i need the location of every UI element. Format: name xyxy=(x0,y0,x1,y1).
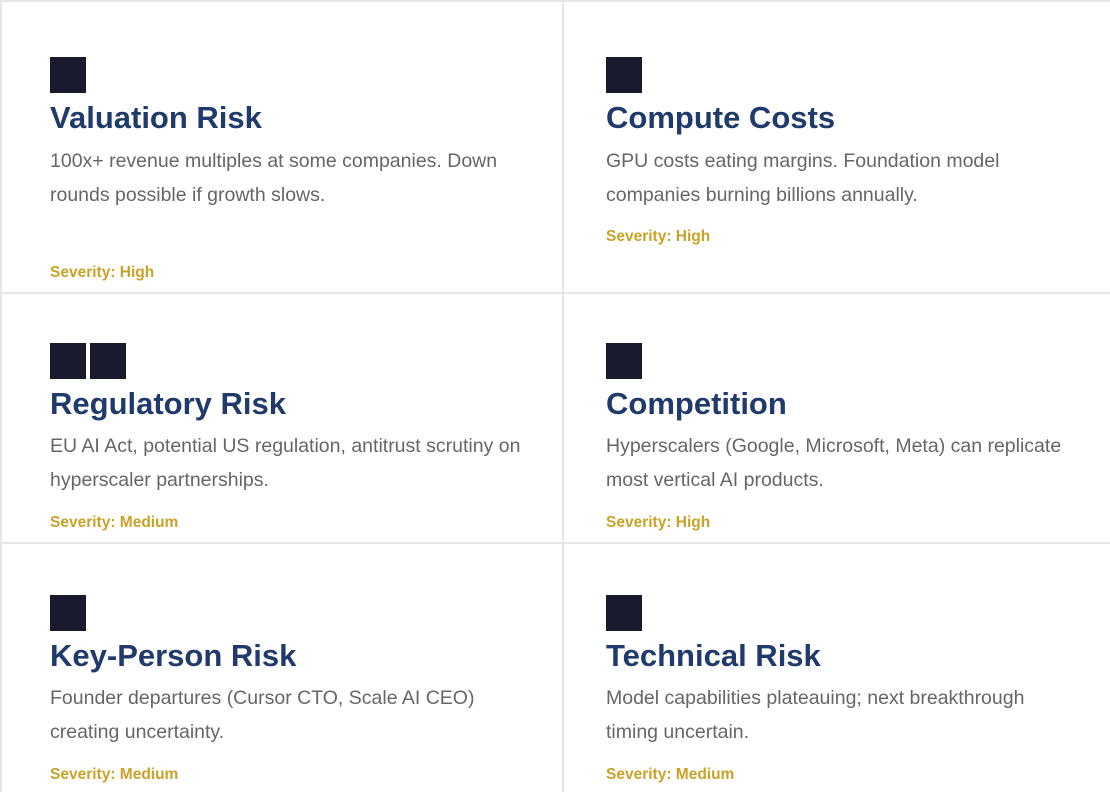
risk-icon-container xyxy=(50,595,86,631)
risk-card-competition: Competition Hyperscalers (Google, Micros… xyxy=(564,294,1110,544)
severity-label: Severity: Medium xyxy=(606,766,735,783)
square-icon xyxy=(50,343,86,379)
square-icon xyxy=(50,57,86,93)
risk-card-compute: Compute Costs GPU costs eating margins. … xyxy=(564,2,1110,294)
risk-card-technical: Technical Risk Model capabilities platea… xyxy=(564,544,1110,792)
risk-card-valuation: Valuation Risk 100x+ revenue multiples a… xyxy=(2,2,564,294)
risk-description: Hyperscalers (Google, Microsoft, Meta) c… xyxy=(606,435,1062,491)
risk-title: Regulatory Risk xyxy=(50,386,287,421)
severity-label: Severity: Medium xyxy=(50,514,179,531)
severity-label: Severity: High xyxy=(606,228,711,245)
risk-title: Technical Risk xyxy=(606,638,821,673)
risk-title: Valuation Risk xyxy=(50,100,262,135)
risk-title: Compute Costs xyxy=(606,100,836,135)
severity-label: Severity: Medium xyxy=(50,766,179,783)
square-icon xyxy=(606,343,642,379)
risk-description: Founder departures (Cursor CTO, Scale AI… xyxy=(50,687,475,743)
risk-card-key-person: Key-Person Risk Founder departures (Curs… xyxy=(2,544,564,792)
risk-icon-container xyxy=(50,57,86,93)
square-icon xyxy=(50,595,86,631)
risk-description: 100x+ revenue multiples at some companie… xyxy=(50,150,498,206)
risk-title: Key-Person Risk xyxy=(50,638,297,673)
risk-title: Competition xyxy=(606,386,787,421)
severity-label: Severity: High xyxy=(606,514,711,531)
risk-grid: Valuation Risk 100x+ revenue multiples a… xyxy=(0,0,1110,792)
risk-description: GPU costs eating margins. Foundation mod… xyxy=(606,150,1000,206)
risk-icon-container xyxy=(606,57,642,93)
risk-description: Model capabilities plateauing; next brea… xyxy=(606,687,1025,743)
square-icon xyxy=(90,343,126,379)
risk-icon-container xyxy=(606,343,642,379)
severity-label: Severity: High xyxy=(50,264,155,281)
square-icon xyxy=(606,57,642,93)
risk-icon-container xyxy=(50,343,126,379)
risk-description: EU AI Act, potential US regulation, anti… xyxy=(50,435,521,491)
risk-icon-container xyxy=(606,595,642,631)
risk-card-regulatory: Regulatory Risk EU AI Act, potential US … xyxy=(2,294,564,544)
square-icon xyxy=(606,595,642,631)
